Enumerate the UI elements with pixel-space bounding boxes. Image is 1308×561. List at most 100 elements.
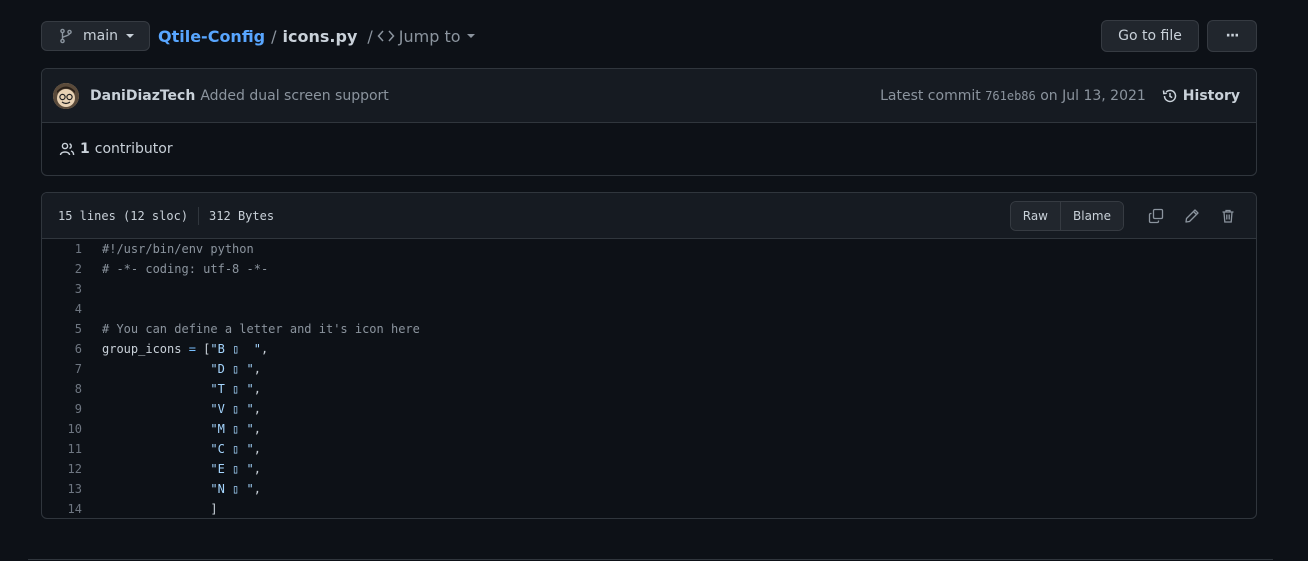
code-listing[interactable]: 1 #!/usr/bin/env python 2 # -*- coding: utf… xyxy=(42,239,1256,518)
code-token: , xyxy=(253,442,261,456)
commit-date: on Jul 13, 2021 xyxy=(1040,87,1146,104)
avatar[interactable] xyxy=(53,82,79,109)
code-token: , xyxy=(253,462,261,476)
file-size: 312 Bytes xyxy=(209,208,275,223)
people-icon xyxy=(59,142,75,156)
code-text: "D ▯ ", xyxy=(102,362,261,376)
code-line: 13 "N ▯ ", xyxy=(42,479,1256,499)
contributors-count: 1 xyxy=(80,141,90,157)
line-number[interactable]: 8 xyxy=(42,382,102,396)
footer-divider xyxy=(28,559,1273,560)
code-line: 5 # You can define a letter and it's icon… xyxy=(42,319,1256,339)
history-label: History xyxy=(1182,87,1240,104)
jump-to-button[interactable]: / Jump to xyxy=(367,26,475,46)
line-number[interactable]: 10 xyxy=(42,422,102,436)
line-number[interactable]: 4 xyxy=(42,302,102,316)
breadcrumb: Qtile-Config / icons.py xyxy=(158,27,357,46)
code-token: # You can define a letter and it's icon … xyxy=(102,322,420,336)
line-number[interactable]: 11 xyxy=(42,442,102,456)
copy-icon xyxy=(1148,208,1164,223)
pencil-icon xyxy=(1185,208,1199,223)
code-text: # You can define a letter and it's icon … xyxy=(102,322,420,336)
latest-commit-prefix: Latest commit xyxy=(880,87,981,104)
edit-button[interactable] xyxy=(1178,202,1206,230)
code-token: #!/usr/bin/env python xyxy=(102,242,254,256)
commit-message[interactable]: Added dual screen support xyxy=(200,88,388,104)
code-token: "T ▯ " xyxy=(210,382,254,396)
branch-select-button[interactable]: main xyxy=(41,21,150,51)
code-token: , xyxy=(253,422,261,436)
line-number[interactable]: 13 xyxy=(42,482,102,496)
code-line: 9 "V ▯ ", xyxy=(42,399,1256,419)
avatar-face-icon xyxy=(53,82,79,109)
latest-commit-info: Latest commit 761eb86 on Jul 13, 2021 xyxy=(880,88,1146,104)
blame-button[interactable]: Blame xyxy=(1060,201,1123,230)
delete-button[interactable] xyxy=(1214,202,1242,230)
latest-commit-box: DaniDiazTech Added dual screen support L… xyxy=(41,68,1257,176)
line-number[interactable]: 3 xyxy=(42,282,102,296)
commit-header: DaniDiazTech Added dual screen support L… xyxy=(42,69,1256,123)
line-number[interactable]: 2 xyxy=(42,262,102,276)
code-token: "M ▯ " xyxy=(210,422,254,436)
code-line: 12 "E ▯ ", xyxy=(42,459,1256,479)
line-number[interactable]: 1 xyxy=(42,242,102,256)
repo-link[interactable]: Qtile-Config xyxy=(158,27,265,46)
copy-button[interactable] xyxy=(1142,202,1170,230)
code-text: #!/usr/bin/env python xyxy=(102,242,254,256)
code-text: "M ▯ ", xyxy=(102,422,261,436)
code-line: 4 xyxy=(42,299,1256,319)
commit-sha[interactable]: 761eb86 xyxy=(985,89,1036,103)
breadcrumb-separator: / xyxy=(271,26,277,46)
jump-to-label: Jump to xyxy=(398,26,461,46)
line-number[interactable]: 12 xyxy=(42,462,102,476)
line-number[interactable]: 5 xyxy=(42,322,102,336)
code-token: # -*- coding: utf-8 -*- xyxy=(102,262,269,276)
code-token: "D ▯ " xyxy=(210,362,254,376)
code-line: 3 xyxy=(42,279,1256,299)
line-number[interactable]: 14 xyxy=(42,502,102,516)
contributors-row[interactable]: 1 contributor xyxy=(42,123,1256,175)
go-to-file-button[interactable]: Go to file xyxy=(1101,20,1199,52)
code-text: "V ▯ ", xyxy=(102,402,261,416)
code-token: "N ▯ " xyxy=(210,482,254,496)
code-line: 11 "C ▯ ", xyxy=(42,439,1256,459)
code-token: "B ▯ " xyxy=(210,342,261,356)
code-token: = xyxy=(188,342,196,356)
branch-name: main xyxy=(83,28,118,44)
code-line: 7 "D ▯ ", xyxy=(42,359,1256,379)
code-line: 1 #!/usr/bin/env python xyxy=(42,239,1256,259)
commit-author[interactable]: DaniDiazTech xyxy=(90,88,195,104)
divider xyxy=(198,206,200,225)
code-token: , xyxy=(253,362,261,376)
code-line: 6 group_icons = ["B ▯ ", xyxy=(42,339,1256,359)
line-count: 15 lines (12 sloc) xyxy=(58,208,189,223)
code-text: "T ▯ ", xyxy=(102,382,261,396)
code-token: "V ▯ " xyxy=(210,402,254,416)
git-branch-icon xyxy=(60,28,72,44)
code-text: # -*- coding: utf-8 -*- xyxy=(102,262,268,276)
code-line: 2 # -*- coding: utf-8 -*- xyxy=(42,259,1256,279)
line-number[interactable]: 7 xyxy=(42,362,102,376)
code-token: , xyxy=(253,482,261,496)
line-number[interactable]: 6 xyxy=(42,342,102,356)
kebab-icon: ··· xyxy=(1225,28,1240,44)
code-token: "E ▯ " xyxy=(210,462,254,476)
code-token: , xyxy=(253,402,261,416)
raw-blame-group: Raw Blame xyxy=(1009,200,1124,231)
trash-icon xyxy=(1222,209,1234,223)
history-link[interactable]: History xyxy=(1162,88,1240,104)
code-token: group_icons xyxy=(102,342,189,356)
file-header: 15 lines (12 sloc) 312 Bytes Raw Blame xyxy=(42,193,1256,239)
more-options-button[interactable]: ··· xyxy=(1207,20,1257,52)
history-icon xyxy=(1162,89,1177,102)
code-text: "E ▯ ", xyxy=(102,462,261,476)
code-line: 8 "T ▯ ", xyxy=(42,379,1256,399)
code-token: "C ▯ " xyxy=(210,442,254,456)
raw-button[interactable]: Raw xyxy=(1010,201,1060,230)
line-number[interactable]: 9 xyxy=(42,402,102,416)
code-line: 14 ] xyxy=(42,499,1256,518)
